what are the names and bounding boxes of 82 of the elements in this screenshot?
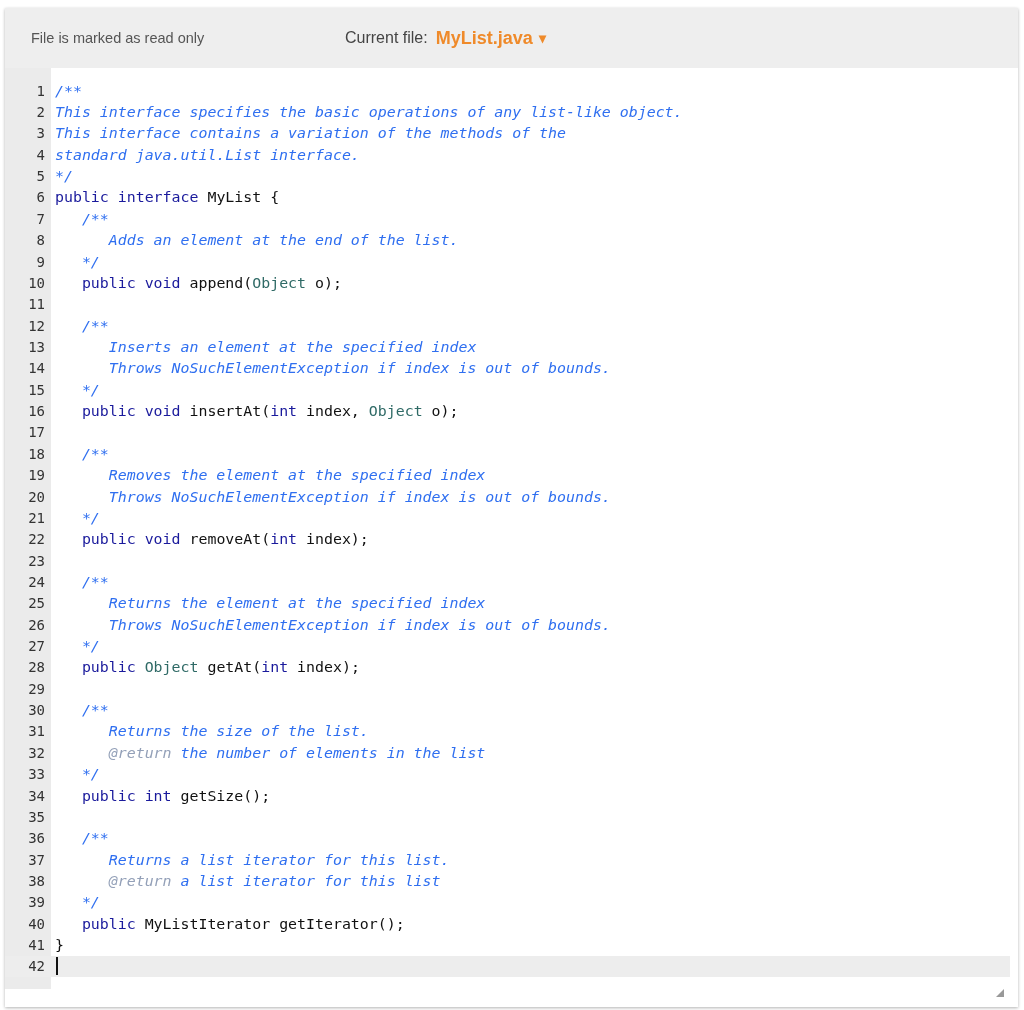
line-number: 13 (27, 339, 45, 355)
code-line: */ (55, 167, 73, 186)
code-line: public void insertAt(int index, Object o); (80, 402, 459, 421)
code-line: /** (80, 829, 109, 848)
line-number: 30 (27, 702, 45, 719)
line-number: 20 (27, 488, 45, 505)
line-number: 21 (27, 509, 45, 526)
read-only-status: File is marked as read only (31, 30, 206, 46)
code-line: Returns the size of the list. (107, 722, 369, 741)
code-line: Inserts an element at the specified index (107, 338, 477, 356)
line-number: 28 (27, 659, 45, 676)
line-number: 32 (27, 744, 45, 761)
file-dropdown[interactable]: MyList.java ▾ (435, 27, 546, 49)
line-number: 34 (27, 787, 45, 804)
code-line: /** (80, 316, 109, 335)
code-line: */ (80, 252, 100, 271)
line-number: 10 (27, 274, 45, 291)
code-line: /** (80, 209, 109, 228)
code-line: This interface specifies the basic operations of any list-like object. (55, 103, 683, 122)
code-line: public MyListIterator getIterator(); (80, 914, 405, 933)
line-number: 29 (27, 680, 45, 697)
code-line: } (55, 936, 64, 955)
code-line: Throws NoSuchElementException if index is out of bounds. (107, 615, 611, 634)
code-line: public int getSize(); (80, 786, 271, 805)
line-number: 14 (27, 360, 45, 377)
line-number: 41 (27, 937, 45, 954)
code-line: */ (80, 380, 100, 399)
code-line: Returns a list iterator for this list. (107, 850, 450, 869)
line-number: 24 (27, 573, 45, 590)
code-line: /** (80, 572, 109, 591)
code-line: public Object getAt(int index); (80, 658, 360, 677)
line-number: 17 (27, 424, 45, 441)
line-number: 2 (35, 104, 45, 121)
line-number: 25 (27, 595, 45, 612)
code-line: Throws NoSuchElementException if index is out of bounds. (107, 359, 611, 378)
line-number: 5 (35, 168, 45, 185)
line-number: 37 (27, 851, 45, 868)
code-line: */ (80, 893, 100, 912)
line-number: 7 (35, 210, 45, 227)
line-number: 22 (27, 531, 45, 548)
line-number: 15 (27, 381, 45, 398)
current-file-label: Current file: (345, 29, 428, 47)
line-number: 23 (27, 552, 45, 569)
line-number: 36 (27, 830, 45, 847)
line-number: 26 (27, 616, 45, 633)
text-cursor (56, 957, 58, 976)
line-number: 27 (27, 638, 45, 654)
code-line: public void append(Object o); (80, 273, 342, 292)
code-line: standard java.util.List interface. (55, 145, 360, 164)
line-number: 39 (27, 894, 45, 911)
line-number: 33 (27, 766, 45, 783)
line-number: 31 (27, 723, 45, 740)
line-number: 18 (27, 445, 45, 462)
line-number: 19 (27, 467, 45, 484)
line-number: 9 (35, 253, 45, 270)
line-number: 12 (27, 317, 45, 334)
code-line: /** (80, 444, 109, 463)
code-line: */ (80, 508, 100, 527)
code-line: */ (80, 765, 100, 784)
code-line: @return the number of elements in the list (107, 743, 486, 762)
line-number: 8 (35, 232, 45, 249)
code-line: Removes the element at the specified index (107, 466, 486, 485)
code-line: Returns the element at the specified index (107, 594, 486, 613)
code-line: This interface contains a variation of the methods of the (55, 124, 566, 143)
code-line: @return a list iterator for this list (107, 871, 441, 890)
line-number: 40 (27, 915, 45, 932)
code-line: */ (80, 637, 100, 655)
line-number: 4 (35, 146, 45, 163)
code-line: public interface MyList { (55, 188, 280, 207)
line-number: 42 (27, 958, 45, 975)
line-number: 16 (27, 403, 45, 420)
line-number: 35 (27, 808, 45, 825)
code-line: /** (80, 701, 109, 720)
code-line: public void removeAt(int index); (80, 530, 369, 549)
code-line: /** (55, 81, 82, 100)
line-number: 11 (27, 296, 45, 313)
code-line: Throws NoSuchElementException if index is out of bounds. (107, 487, 611, 506)
line-number: 6 (35, 189, 45, 206)
line-number: 3 (35, 125, 45, 142)
code-line: Adds an element at the end of the list. (107, 231, 459, 250)
line-number: 38 (27, 872, 45, 889)
line-number: 1 (35, 82, 45, 99)
